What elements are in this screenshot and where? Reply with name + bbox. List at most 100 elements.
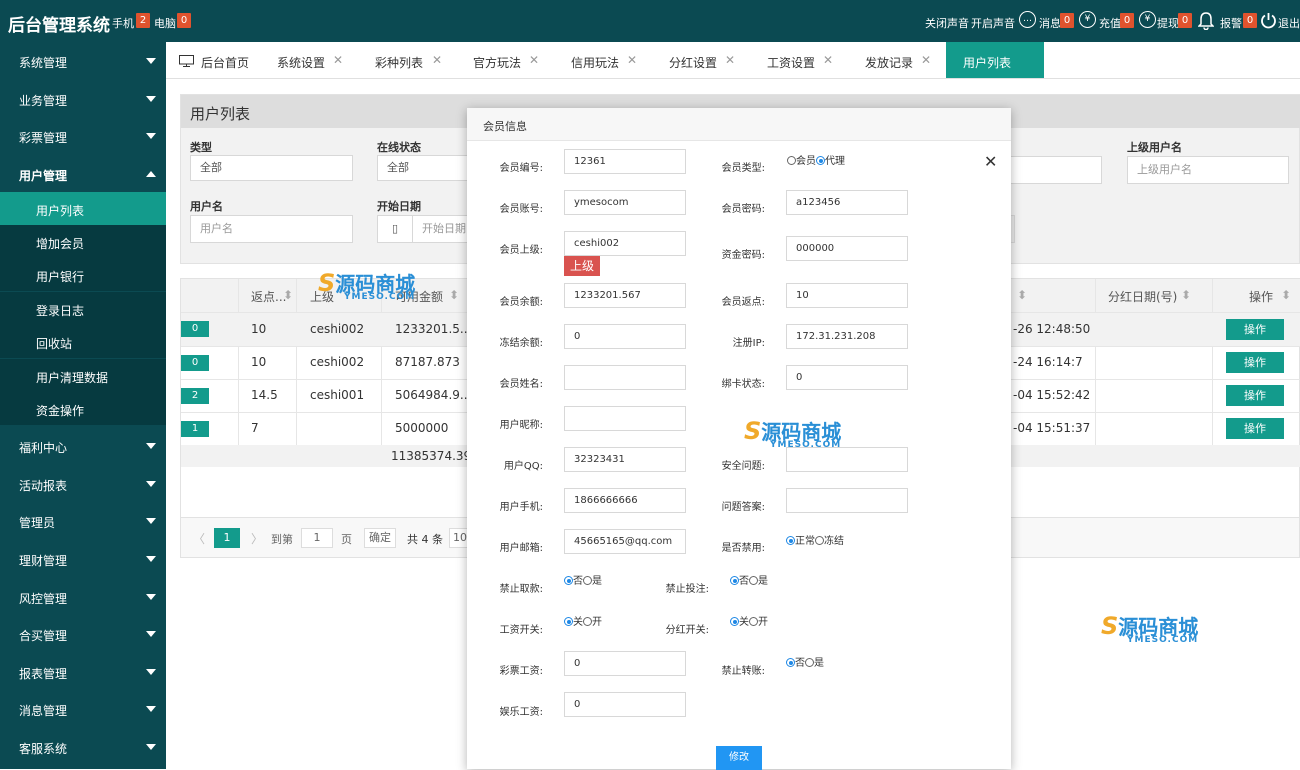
col-header-dividend-date[interactable]: 分红日期(号) <box>1108 288 1177 305</box>
row-action-button[interactable]: 操作 <box>1226 385 1284 406</box>
message-link[interactable]: 消息 <box>1039 15 1061 31</box>
frozen-field[interactable]: 0 <box>564 324 686 349</box>
sidebar-item-users[interactable]: 用户管理 <box>0 155 166 192</box>
enable-sound-link[interactable]: 开启声音 <box>971 15 1015 31</box>
radio-on[interactable] <box>583 617 592 626</box>
no-withdraw-radio-group[interactable]: 否是 <box>564 572 602 587</box>
sidebar-item-finance[interactable]: 理财管理 <box>0 540 166 577</box>
goto-page-input[interactable]: 1 <box>301 528 333 548</box>
radio-on[interactable] <box>749 617 758 626</box>
sidebar-item-system[interactable]: 系统管理 <box>0 42 166 79</box>
banned-radio-group[interactable]: 正常 冻结 <box>786 532 844 547</box>
sidebar-item-lottery[interactable]: 彩票管理 <box>0 117 166 154</box>
sidebar-item-messages[interactable]: 消息管理 <box>0 690 166 727</box>
close-icon[interactable]: ✕ <box>823 53 833 67</box>
username-input[interactable]: 用户名 <box>190 215 353 243</box>
sidebar-item-group-buy[interactable]: 合买管理 <box>0 615 166 652</box>
mute-sound-link[interactable]: 关闭声音 <box>925 15 969 31</box>
prev-page-icon[interactable]: 〈 <box>193 530 205 547</box>
balance-field[interactable]: 1233201.567 <box>564 283 686 308</box>
salary-switch-radio-group[interactable]: 关开 <box>564 613 602 628</box>
tab-lottery-list[interactable]: 彩种列表 ✕ <box>361 42 459 78</box>
reg-ip-field[interactable]: 172.31.231.208 <box>786 324 908 349</box>
close-icon[interactable]: ✕ <box>921 53 931 67</box>
row-action-button[interactable]: 操作 <box>1226 418 1284 439</box>
alarm-link[interactable]: 报警 <box>1220 15 1242 31</box>
recharge-link[interactable]: 充值 <box>1099 15 1121 31</box>
radio-member[interactable] <box>787 156 796 165</box>
save-button[interactable]: 修改 <box>716 746 762 770</box>
sidebar-item-risk[interactable]: 风控管理 <box>0 578 166 615</box>
sidebar-item-admin[interactable]: 管理员 <box>0 502 166 539</box>
tab-payout-records[interactable]: 发放记录 ✕ <box>851 42 945 78</box>
bind-card-field[interactable]: 0 <box>786 365 908 390</box>
type-select[interactable]: 全部 <box>190 155 353 181</box>
sidebar-sub-login-log[interactable]: 登录日志 <box>0 292 166 325</box>
tab-user-list[interactable]: 用户列表 <box>946 42 1044 78</box>
sidebar-sub-user-bank[interactable]: 用户银行 <box>0 258 166 291</box>
sort-icon[interactable]: ⬍ <box>449 288 459 302</box>
entertainment-salary-field[interactable]: 0 <box>564 692 686 717</box>
fund-password-field[interactable]: 000000 <box>786 236 908 261</box>
sidebar-sub-recycle-bin[interactable]: 回收站 <box>0 325 166 358</box>
tab-official-play[interactable]: 官方玩法 ✕ <box>459 42 557 78</box>
tab-dividend-settings[interactable]: 分红设置 ✕ <box>655 42 753 78</box>
radio-off[interactable] <box>564 617 573 626</box>
close-icon[interactable]: ✕ <box>333 53 343 67</box>
security-question-field[interactable] <box>786 447 908 472</box>
row-action-button[interactable]: 操作 <box>1226 319 1284 340</box>
parent-button[interactable]: 上级 <box>564 256 600 276</box>
close-icon[interactable]: ✕ <box>725 53 735 67</box>
tab-home[interactable]: 后台首页 <box>166 42 263 78</box>
close-icon[interactable]: ✕ <box>984 152 997 171</box>
sort-icon[interactable]: ⬍ <box>1017 288 1027 302</box>
no-bet-radio-group[interactable]: 否是 <box>730 572 768 587</box>
online-status-select[interactable]: 全部 <box>377 155 477 181</box>
sidebar-sub-clean-data[interactable]: 用户清理数据 <box>0 359 166 392</box>
email-field[interactable]: 45665165@qq.com <box>564 529 686 554</box>
parent-user-input[interactable]: 上级用户名 <box>1127 156 1289 184</box>
page-button-current[interactable]: 1 <box>214 528 240 548</box>
withdraw-icon[interactable]: ¥ <box>1139 11 1156 28</box>
lottery-salary-field[interactable]: 0 <box>564 651 686 676</box>
online-end-field[interactable] <box>995 156 1102 184</box>
sort-icon[interactable]: ⬍ <box>1181 288 1191 302</box>
member-type-radio-group[interactable]: 会员 代理 <box>787 152 845 167</box>
row-action-button[interactable]: 操作 <box>1226 352 1284 373</box>
radio-yes[interactable] <box>805 658 814 667</box>
radio-no[interactable] <box>786 658 795 667</box>
logout-link[interactable]: 退出 <box>1278 15 1300 31</box>
rebate-field[interactable]: 10 <box>786 283 908 308</box>
radio-normal[interactable] <box>786 536 795 545</box>
tab-system-settings[interactable]: 系统设置 ✕ <box>263 42 361 78</box>
tab-credit-play[interactable]: 信用玩法 ✕ <box>557 42 655 78</box>
bell-icon[interactable] <box>1197 12 1215 33</box>
sidebar-item-welfare[interactable]: 福利中心 <box>0 427 166 464</box>
recharge-icon[interactable]: ¥ <box>1079 11 1096 28</box>
col-header-rebate[interactable]: 返点... <box>251 288 286 305</box>
close-icon[interactable]: ✕ <box>627 53 637 67</box>
sidebar-item-business[interactable]: 业务管理 <box>0 80 166 117</box>
sidebar-item-support[interactable]: 客服系统 <box>0 728 166 765</box>
power-icon[interactable] <box>1260 12 1277 32</box>
member-id-field[interactable]: 12361 <box>564 149 686 174</box>
answer-field[interactable] <box>786 488 908 513</box>
account-field[interactable]: ymesocom <box>564 190 686 215</box>
sidebar-item-activity[interactable]: 活动报表 <box>0 465 166 502</box>
sidebar-sub-fund-ops[interactable]: 资金操作 <box>0 392 166 425</box>
dividend-switch-radio-group[interactable]: 关开 <box>730 613 768 628</box>
sidebar-item-reports[interactable]: 报表管理 <box>0 653 166 690</box>
radio-off[interactable] <box>730 617 739 626</box>
message-icon[interactable]: … <box>1019 11 1036 28</box>
phone-field[interactable]: 1866666666 <box>564 488 686 513</box>
parent-field[interactable]: ceshi002 <box>564 231 686 256</box>
sort-icon[interactable]: ⬍ <box>283 288 293 302</box>
radio-yes[interactable] <box>583 576 592 585</box>
withdraw-link[interactable]: 提现 <box>1157 15 1179 31</box>
calendar-icon[interactable]: ▯ <box>377 215 413 243</box>
tab-salary-settings[interactable]: 工资设置 ✕ <box>753 42 851 78</box>
goto-confirm-button[interactable]: 确定 <box>364 528 396 548</box>
sidebar-sub-add-member[interactable]: 增加会员 <box>0 225 166 258</box>
close-icon[interactable]: ✕ <box>432 53 442 67</box>
sort-icon[interactable]: ⬍ <box>1281 288 1291 302</box>
